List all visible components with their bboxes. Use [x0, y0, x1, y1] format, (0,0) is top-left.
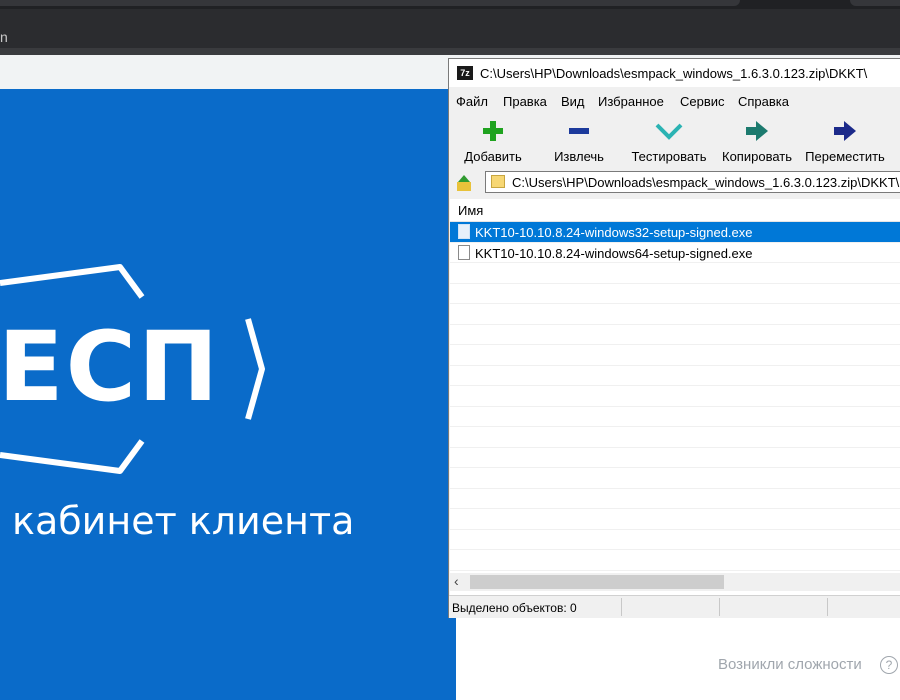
scroll-left-icon[interactable]: ‹ — [454, 573, 459, 589]
move-button[interactable]: Переместить — [803, 117, 887, 165]
address-text: n — [0, 29, 8, 45]
empty-row — [450, 448, 900, 468]
list-rows: KKT10-10.10.8.24-windows32-setup-signed.… — [450, 222, 900, 591]
menu-view[interactable]: Вид — [561, 94, 585, 109]
file-name: KKT10-10.10.8.24-windows32-setup-signed.… — [475, 225, 753, 240]
menu-tools[interactable]: Сервис — [680, 94, 725, 109]
test-button[interactable]: Тестировать — [627, 117, 711, 165]
empty-row — [450, 407, 900, 427]
status-bar: Выделено объектов: 0 — [449, 595, 900, 618]
empty-row — [450, 489, 900, 509]
archive-window: 7z C:\Users\HP\Downloads\esmpack_windows… — [448, 58, 900, 618]
empty-row — [450, 345, 900, 366]
path-bar: C:\Users\HP\Downloads\esmpack_windows_1.… — [449, 171, 900, 195]
app-icon: 7z — [457, 66, 473, 80]
extract-button[interactable]: Извлечь — [543, 117, 615, 165]
copy-label: Копировать — [722, 149, 792, 164]
menu-help[interactable]: Справка — [738, 94, 789, 109]
empty-row — [450, 325, 900, 345]
plus-icon — [483, 121, 503, 141]
question-circle-icon[interactable]: ? — [880, 656, 898, 674]
file-icon — [458, 224, 470, 239]
logo-text: ЕСП — [0, 311, 221, 423]
empty-row — [450, 284, 900, 304]
horizontal-scrollbar[interactable]: ‹ — [450, 573, 900, 591]
test-label: Тестировать — [631, 149, 707, 164]
empty-row — [450, 386, 900, 407]
menu-edit[interactable]: Правка — [503, 94, 547, 109]
status-divider — [621, 598, 622, 616]
hero-panel: ЕСП кабинет клиента — [0, 89, 456, 700]
empty-row — [450, 509, 900, 530]
browser-tab[interactable] — [850, 0, 900, 6]
list-item[interactable]: KKT10-10.10.8.24-windows32-setup-signed.… — [450, 222, 900, 243]
menu-bar: Файл Правка Вид Избранное Сервис Справка — [449, 91, 900, 111]
hero-subtitle: кабинет клиента — [12, 499, 355, 543]
file-list[interactable]: Имя KKT10-10.10.8.24-windows32-setup-sig… — [450, 199, 900, 595]
menu-favorites[interactable]: Избранное — [598, 94, 664, 109]
path-text: C:\Users\HP\Downloads\esmpack_windows_1.… — [512, 175, 900, 190]
move-label: Переместить — [805, 149, 885, 164]
move-arrow-icon — [834, 121, 856, 141]
copy-arrow-icon — [746, 121, 768, 141]
copy-button[interactable]: Копировать — [717, 117, 797, 165]
status-divider — [827, 598, 828, 616]
file-name: KKT10-10.10.8.24-windows64-setup-signed.… — [475, 245, 753, 261]
add-button[interactable]: Добавить — [457, 117, 529, 165]
add-label: Добавить — [464, 149, 522, 164]
list-header: Имя — [450, 199, 900, 222]
browser-address-bar[interactable]: n — [0, 9, 900, 48]
empty-row — [450, 263, 900, 284]
check-icon — [655, 123, 683, 140]
help-link[interactable]: Возникли сложности — [718, 656, 862, 673]
status-text: Выделено объектов: 0 — [452, 601, 577, 615]
file-icon — [458, 244, 470, 260]
browser-divider — [0, 48, 900, 55]
empty-row — [450, 427, 900, 448]
extract-label: Извлечь — [554, 149, 604, 164]
status-divider — [719, 598, 720, 616]
list-item[interactable]: KKT10-10.10.8.24-windows64-setup-signed.… — [450, 243, 900, 263]
menu-file[interactable]: Файл — [456, 94, 488, 109]
up-folder-icon[interactable] — [455, 174, 473, 192]
empty-row — [450, 550, 900, 571]
folder-icon — [491, 175, 505, 188]
minus-icon — [569, 128, 589, 134]
empty-row — [450, 468, 900, 489]
scroll-thumb[interactable] — [470, 575, 724, 589]
window-titlebar[interactable]: 7z C:\Users\HP\Downloads\esmpack_windows… — [449, 59, 900, 87]
empty-row — [450, 366, 900, 386]
column-header-name[interactable]: Имя — [458, 203, 483, 218]
toolbar: Добавить Извлечь Тестировать Копировать — [449, 117, 900, 169]
path-field[interactable]: C:\Users\HP\Downloads\esmpack_windows_1.… — [485, 171, 900, 193]
empty-row — [450, 530, 900, 550]
browser-tab[interactable] — [0, 0, 740, 6]
empty-row — [450, 304, 900, 325]
window-title: C:\Users\HP\Downloads\esmpack_windows_1.… — [480, 66, 868, 81]
browser-tabstrip — [0, 0, 900, 9]
